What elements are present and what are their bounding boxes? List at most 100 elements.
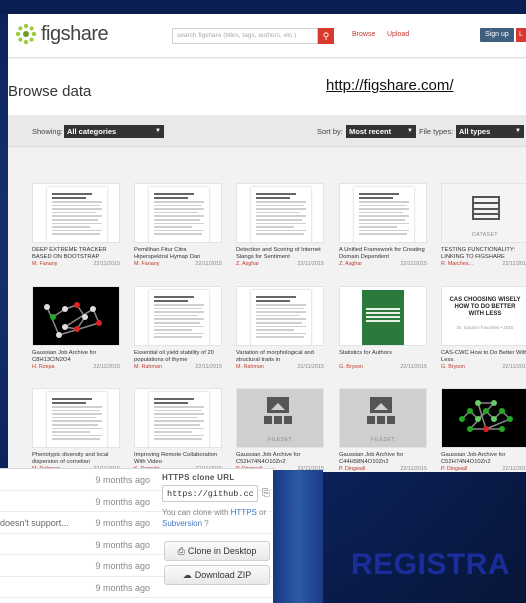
book-cover: [362, 290, 404, 345]
result-title[interactable]: Variation of morphological and structura…: [236, 350, 324, 364]
fileset-icon: [387, 416, 395, 424]
search-input[interactable]: search figshare (titles, tags, authors, …: [172, 28, 318, 44]
result-author[interactable]: M. Fanany: [32, 261, 57, 267]
result-thumbnail[interactable]: [339, 183, 427, 243]
result-title[interactable]: CAS-CWC How to Do Better With Less.: [441, 350, 526, 364]
result-card[interactable]: FILESET Gaussian Job Archive for C44H58N4…: [339, 388, 427, 472]
browse-link[interactable]: Browse: [352, 31, 375, 38]
result-thumbnail[interactable]: [134, 183, 222, 243]
result-author[interactable]: M. Rahman: [134, 364, 162, 370]
result-card[interactable]: DEEP EXTREME TRACKER BASED ON BOOTSTRAP M…: [32, 183, 120, 269]
result-card[interactable]: Gaussian Job Archive for C52H74N4O10Zn2 P…: [441, 388, 526, 472]
dataset-icon: [472, 196, 500, 220]
result-card[interactable]: Detection and Scoring of Internet Slangs…: [236, 183, 324, 269]
result-meta: M. Rahman 22/11/2015: [236, 364, 324, 372]
result-card[interactable]: Gaussian Job Archive for C8H13ClN2O4 H. R…: [32, 286, 120, 372]
figshare-url[interactable]: http://figshare.com/: [326, 77, 454, 94]
result-title[interactable]: Gaussian Job Archive for C44H58N4O10Zn2: [339, 452, 427, 466]
fileset-icon: [284, 416, 292, 424]
commit-age: 9 months ago: [95, 475, 150, 485]
result-author[interactable]: R. Marches...: [441, 261, 473, 267]
commit-age: 9 months ago: [95, 539, 150, 550]
result-meta: Z. Asghar 22/11/2015: [236, 261, 324, 269]
result-date: 22/11/2015: [400, 466, 427, 472]
help-icon[interactable]: ?: [204, 519, 208, 528]
fileset-icon: [267, 397, 289, 413]
clone-section: HTTPS clone URL https://github.cc ⎘ You …: [162, 473, 274, 529]
result-title[interactable]: Gaussian Job Archive for C52H74N4O10Zn2: [441, 452, 526, 466]
result-thumbnail[interactable]: [441, 388, 526, 448]
page-title: Browse data: [8, 83, 92, 100]
result-card[interactable]: A Unified Framework for Creating Domain …: [339, 183, 427, 269]
result-title[interactable]: TESTING FUNCTIONALITY: LINKING TO FIGSHA…: [441, 247, 526, 261]
result-card[interactable]: DATASET TESTING FUNCTIONALITY: LINKING TO…: [441, 183, 526, 269]
result-card[interactable]: CAS CHOOSING WISELY HOW TO DO BETTER WIT…: [441, 286, 526, 372]
result-title[interactable]: A Unified Framework for Creating Domain …: [339, 247, 427, 261]
result-title[interactable]: Detection and Scoring of Internet Slangs…: [236, 247, 324, 261]
result-thumbnail[interactable]: [236, 286, 324, 346]
upload-link[interactable]: Upload: [387, 31, 409, 38]
commit-age: 9 months ago: [95, 582, 150, 593]
clone-url-input[interactable]: https://github.cc: [162, 485, 258, 502]
result-title[interactable]: Statistics for Authors: [339, 350, 427, 364]
figshare-logo[interactable]: figshare: [14, 22, 109, 46]
figshare-logo-icon: [15, 23, 37, 45]
result-thumbnail[interactable]: [339, 286, 427, 346]
result-card[interactable]: FILESET Gaussian Job Archive for C52H74N4…: [236, 388, 324, 472]
molecule-image: [459, 400, 513, 432]
clone-label: HTTPS clone URL: [162, 473, 235, 482]
types-select[interactable]: All types ▼: [456, 125, 524, 138]
result-card[interactable]: Phenotypic diversity and local dispersio…: [32, 388, 120, 472]
result-meta: H. Rzepa 22/11/2015: [32, 364, 120, 372]
result-thumbnail[interactable]: CAS CHOOSING WISELY HOW TO DO BETTER WIT…: [441, 286, 526, 346]
result-author[interactable]: P. Dingwall: [339, 466, 365, 472]
result-author[interactable]: Z. Asghar: [236, 261, 259, 267]
slide-top-band: [0, 0, 526, 14]
result-thumbnail[interactable]: FILESET: [339, 388, 427, 448]
result-card[interactable]: Improving Remote Collaboration With Vide…: [134, 388, 222, 472]
result-title[interactable]: Pemilihan Fitur Citra Hiperspektral Hyma…: [134, 247, 222, 261]
clone-in-desktop-button[interactable]: ⎙ Clone in Desktop: [164, 541, 270, 561]
result-author[interactable]: P. Dingwall: [441, 466, 467, 472]
result-card[interactable]: Essential oil yield stability of 20 popu…: [134, 286, 222, 372]
result-thumbnail[interactable]: [32, 388, 120, 448]
thumbnail-type-label: FILESET: [371, 437, 395, 443]
sort-value: Most recent: [349, 127, 392, 136]
result-thumbnail[interactable]: FILESET: [236, 388, 324, 448]
result-thumbnail[interactable]: [134, 286, 222, 346]
result-thumbnail[interactable]: [32, 286, 120, 346]
result-title[interactable]: Gaussian Job Archive for C8H13ClN2O4: [32, 350, 120, 364]
result-thumbnail[interactable]: [236, 183, 324, 243]
https-link[interactable]: HTTPS: [231, 508, 257, 517]
filter-bar: Showing: All categories ▼ Sort by: Most …: [8, 115, 526, 147]
signup-button[interactable]: Sign up: [480, 28, 514, 42]
result-author[interactable]: Z. Asghar: [339, 261, 362, 267]
result-thumbnail[interactable]: [134, 388, 222, 448]
result-title[interactable]: Gaussian Job Archive for C52H74N4O10Zn2: [236, 452, 324, 466]
result-thumbnail[interactable]: [32, 183, 120, 243]
sort-select[interactable]: Most recent ▼: [346, 125, 416, 138]
login-button[interactable]: L: [516, 28, 526, 42]
search-button[interactable]: ⚲: [318, 28, 334, 44]
result-thumbnail[interactable]: DATASET: [441, 183, 526, 243]
result-title[interactable]: DEEP EXTREME TRACKER BASED ON BOOTSTRAP: [32, 247, 120, 261]
result-author[interactable]: G. Bryson: [339, 364, 363, 370]
subversion-link[interactable]: Subversion: [162, 519, 202, 528]
result-title[interactable]: Phenotypic diversity and local dispersio…: [32, 452, 120, 466]
result-card[interactable]: Statistics for Authors G. Bryson 22/11/201…: [339, 286, 427, 372]
result-meta: M. Fanany 22/11/2015: [134, 261, 222, 269]
result-card[interactable]: Pemilihan Fitur Citra Hiperspektral Hyma…: [134, 183, 222, 269]
category-select[interactable]: All categories ▼: [64, 125, 164, 138]
result-card[interactable]: Variation of morphological and structura…: [236, 286, 324, 372]
result-author[interactable]: G. Bryson: [441, 364, 465, 370]
result-title[interactable]: Improving Remote Collaboration With Vide…: [134, 452, 222, 466]
result-author[interactable]: M. Fanany: [134, 261, 159, 267]
download-zip-button[interactable]: ☁ Download ZIP: [164, 565, 270, 585]
commit-age: 9 months ago: [95, 518, 150, 528]
result-title[interactable]: Essential oil yield stability of 20 popu…: [134, 350, 222, 364]
result-date: 22/11/2015: [502, 261, 526, 267]
commit-message[interactable]: doesn't support...: [0, 518, 69, 528]
result-author[interactable]: H. Rzepa: [32, 364, 54, 370]
chevron-down-icon: ▼: [515, 128, 521, 134]
result-author[interactable]: M. Rahman: [236, 364, 264, 370]
